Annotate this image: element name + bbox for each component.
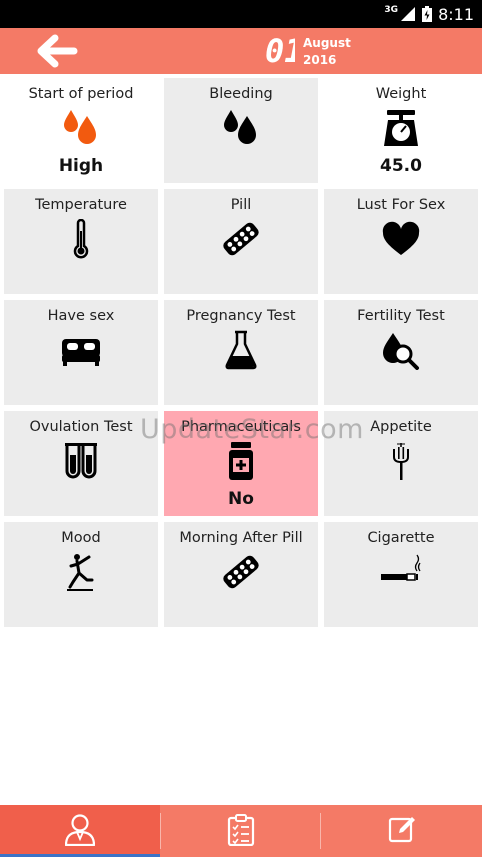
year-label: 2016 [303, 53, 337, 67]
signal-icon [401, 7, 416, 21]
fork-icon [393, 443, 409, 480]
tab-notes[interactable] [321, 805, 482, 857]
cell-label: Ovulation Test [29, 419, 133, 435]
cell-appetite[interactable]: Appetite [324, 411, 478, 516]
tab-profile[interactable] [0, 805, 160, 857]
cigarette-icon [381, 554, 421, 581]
back-button[interactable] [34, 34, 78, 68]
app-bar: 01 August 2016 [0, 28, 482, 74]
cell-label: Appetite [370, 419, 432, 435]
thermometer-icon [73, 219, 89, 259]
cell-bleeding[interactable]: Bleeding [164, 78, 318, 183]
clock: 8:11 [438, 4, 474, 24]
dancer-icon [67, 554, 94, 591]
back-arrow-icon [37, 34, 78, 68]
cell-label: Fertility Test [357, 308, 445, 324]
cell-label: Pharmaceuticals [181, 419, 301, 435]
status-bar: 3G 8:11 [0, 0, 482, 28]
pill-pack-icon [223, 222, 259, 256]
battery-icon [422, 6, 433, 22]
flask-icon [225, 330, 257, 370]
cell-label: Cigarette [367, 530, 435, 546]
bed-icon [62, 339, 100, 366]
cell-start-of-period[interactable]: Start of period High [4, 78, 158, 183]
cell-value: High [58, 156, 104, 176]
cell-label: Mood [61, 530, 101, 546]
test-tubes-icon [65, 443, 97, 479]
tab-log[interactable] [161, 805, 321, 857]
medicine-bottle-icon [229, 442, 253, 480]
edit-icon [388, 817, 415, 843]
tracking-grid: Start of period High Bleeding Weight 45.… [4, 78, 478, 627]
cell-morning-after-pill[interactable]: Morning After Pill [164, 522, 318, 627]
network-type: 3G [384, 5, 399, 15]
heart-icon [382, 221, 420, 255]
cell-label: Morning After Pill [179, 530, 303, 546]
cell-fertility-test[interactable]: Fertility Test [324, 300, 478, 405]
cell-label: Lust For Sex [356, 197, 446, 213]
drops-icon [224, 110, 256, 144]
cell-label: Start of period [28, 86, 134, 102]
month-label: August [303, 36, 351, 50]
drops-icon [64, 110, 96, 144]
cell-weight[interactable]: Weight 45.0 [324, 78, 478, 183]
cell-have-sex[interactable]: Have sex [4, 300, 158, 405]
scale-icon [384, 110, 418, 146]
cell-label: Pill [230, 197, 252, 213]
cell-label: Temperature [35, 197, 127, 213]
cell-mood[interactable]: Mood [4, 522, 158, 627]
cell-ovulation-test[interactable]: Ovulation Test [4, 411, 158, 516]
cell-value: 45.0 [380, 156, 422, 176]
cell-temperature[interactable]: Temperature [4, 189, 158, 294]
pill-pack-icon [223, 555, 259, 589]
cell-label: Weight [375, 86, 427, 102]
day-number[interactable]: 01 [265, 32, 295, 70]
cell-lust-for-sex[interactable]: Lust For Sex [324, 189, 478, 294]
cell-label: Pregnancy Test [186, 308, 296, 324]
cell-pharmaceuticals[interactable]: Pharmaceuticals No [164, 411, 318, 516]
month-year[interactable]: August 2016 [303, 35, 351, 69]
magnifier-drop-icon [383, 333, 419, 370]
cell-cigarette[interactable]: Cigarette [324, 522, 478, 627]
cell-value: No [228, 489, 254, 509]
clipboard-icon [227, 814, 255, 846]
cell-pregnancy-test[interactable]: Pregnancy Test [164, 300, 318, 405]
cell-label: Have sex [47, 308, 115, 324]
bottom-nav [0, 805, 482, 857]
cell-label: Bleeding [209, 86, 273, 102]
cell-pill[interactable]: Pill [164, 189, 318, 294]
user-icon [65, 814, 95, 846]
